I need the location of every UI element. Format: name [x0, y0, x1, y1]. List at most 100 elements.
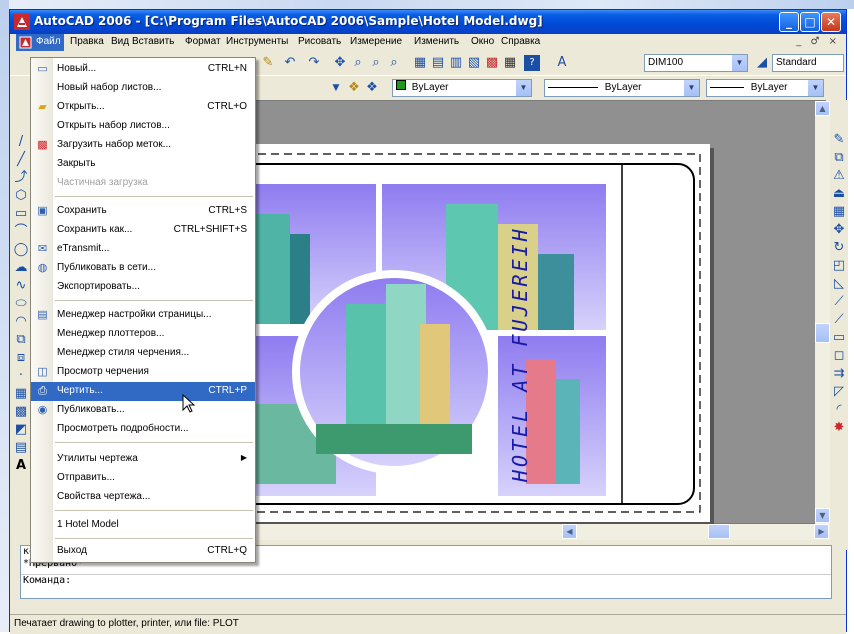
menu-modify[interactable]: Изменить: [414, 36, 459, 47]
menu-item-new-sheet-set[interactable]: Новый набор листов...: [31, 79, 255, 98]
menu-item-new[interactable]: ▭ Новый... CTRL+N: [31, 60, 255, 79]
polygon-icon[interactable]: ⬡: [13, 188, 29, 204]
explode-icon[interactable]: ✸: [831, 420, 847, 436]
circle-icon[interactable]: ◯: [13, 242, 29, 258]
menu-item-recent-file[interactable]: 1 Hotel Model: [31, 516, 255, 535]
menu-item-publish[interactable]: ◉ Публиковать...: [31, 401, 255, 420]
menu-item-plot[interactable]: ⎙ Чертить... CTRL+P: [31, 382, 255, 401]
menu-item-page-setup[interactable]: ▤ Менеджер настройки страницы...: [31, 306, 255, 325]
menu-item-export[interactable]: Экспортировать...: [31, 278, 255, 297]
scroll-up-button[interactable]: ▲: [815, 101, 830, 116]
line-icon[interactable]: /: [13, 134, 29, 150]
multiline-text-icon[interactable]: A: [13, 458, 29, 474]
sheet-set-icon[interactable]: ▧: [466, 55, 482, 71]
menu-item-plotter-manager[interactable]: Менеджер плоттеров...: [31, 325, 255, 344]
spline-icon[interactable]: ∿: [13, 278, 29, 294]
chamfer-icon[interactable]: ◸: [831, 384, 847, 400]
zoom-window-icon[interactable]: ⌕: [368, 55, 384, 71]
ellipse-arc-icon[interactable]: ◠: [13, 314, 29, 330]
menu-item-plot-preview[interactable]: ◫ Просмотр черчения: [31, 363, 255, 382]
arc-icon[interactable]: ⌒: [13, 224, 29, 240]
vertical-scroll-thumb[interactable]: [815, 323, 830, 343]
close-button[interactable]: ✕: [821, 12, 841, 32]
menu-window[interactable]: Окно: [471, 36, 494, 47]
help-icon[interactable]: ?: [524, 55, 540, 71]
zoom-previous-icon[interactable]: ⌕: [386, 55, 402, 71]
pan-icon[interactable]: ✥: [332, 55, 348, 71]
gradient-icon[interactable]: ▩: [13, 404, 29, 420]
lineweight-combo[interactable]: ByLayer ▼: [706, 79, 824, 97]
offset-icon[interactable]: ⏏: [831, 186, 847, 202]
color-combo[interactable]: ByLayer ▼: [392, 79, 532, 97]
move-icon[interactable]: ✥: [831, 222, 847, 238]
text-style-icon[interactable]: A: [554, 55, 570, 71]
layer-previous-icon[interactable]: ❖: [364, 80, 380, 96]
trim-icon[interactable]: ⟋: [831, 294, 847, 310]
scroll-right-button[interactable]: ▶: [814, 524, 829, 539]
properties-icon[interactable]: ▦: [412, 55, 428, 71]
hatch-icon[interactable]: ▦: [13, 386, 29, 402]
calculator-icon[interactable]: ▦: [502, 55, 518, 71]
revision-cloud-icon[interactable]: ☁: [13, 260, 29, 276]
make-block-icon[interactable]: ⧈: [13, 350, 29, 366]
menu-dimension[interactable]: Измерение: [350, 36, 402, 47]
scale-icon[interactable]: ◰: [831, 258, 847, 274]
menu-item-etransmit[interactable]: ✉ eTransmit...: [31, 240, 255, 259]
menu-item-save-as[interactable]: Сохранить как... CTRL+SHIFT+S: [31, 221, 255, 240]
horizontal-scroll-thumb[interactable]: [708, 524, 730, 539]
menu-item-open[interactable]: ▰ Открыть... CTRL+O: [31, 98, 255, 117]
vertical-scrollbar[interactable]: ▲ ▼: [815, 101, 831, 524]
linetype-combo[interactable]: ByLayer ▼: [544, 79, 700, 97]
menu-draw[interactable]: Рисовать: [298, 36, 341, 47]
break-at-point-icon[interactable]: ▭: [831, 330, 847, 346]
scroll-left-button[interactable]: ◀: [562, 524, 577, 539]
redo-icon[interactable]: ↷: [306, 55, 322, 71]
fillet-icon[interactable]: ◜: [831, 402, 847, 418]
scroll-down-button[interactable]: ▼: [815, 508, 830, 523]
menu-item-plot-style-manager[interactable]: Менеджер стиля черчения...: [31, 344, 255, 363]
command-prompt[interactable]: Команда:: [21, 574, 831, 587]
polyline-icon[interactable]: ⤴: [13, 170, 29, 186]
rectangle-icon[interactable]: ▭: [13, 206, 29, 222]
menu-tools[interactable]: Инструменты: [226, 36, 288, 47]
textstyle-combo[interactable]: Standard: [772, 54, 844, 72]
zoom-realtime-icon[interactable]: ⌕: [350, 55, 366, 71]
menu-item-save[interactable]: ▣ Сохранить CTRL+S: [31, 202, 255, 221]
document-window-controls[interactable]: _ ♂ ×: [796, 36, 840, 47]
menu-item-load-markup[interactable]: ▩ Загрузить набор меток...: [31, 136, 255, 155]
menu-file[interactable]: Файл: [16, 34, 64, 51]
menu-item-publish-web[interactable]: ◍ Публиковать в сети...: [31, 259, 255, 278]
ellipse-icon[interactable]: ⬭: [13, 296, 29, 312]
join-icon[interactable]: ⇉: [831, 366, 847, 382]
point-icon[interactable]: ·: [13, 368, 29, 384]
table-icon[interactable]: ▤: [13, 440, 29, 456]
menu-item-view-details[interactable]: Просмотреть подробности...: [31, 420, 255, 439]
menu-help[interactable]: Справка: [501, 36, 540, 47]
pencil-icon[interactable]: ✎: [260, 55, 276, 71]
stretch-icon[interactable]: ◺: [831, 276, 847, 292]
extend-icon[interactable]: ⟋: [831, 312, 847, 328]
dimension-style-icon[interactable]: ◢: [754, 55, 770, 71]
menu-item-exit[interactable]: Выход CTRL+Q: [31, 542, 255, 561]
layer-icon[interactable]: ❖: [346, 80, 362, 96]
mirror-icon[interactable]: ⚠: [831, 168, 847, 184]
maximize-button[interactable]: □: [800, 12, 820, 32]
minimize-button[interactable]: _: [779, 12, 799, 32]
design-center-icon[interactable]: ▤: [430, 55, 446, 71]
menu-format[interactable]: Формат: [185, 36, 221, 47]
title-bar[interactable]: AutoCAD 2006 - [C:\Program Files\AutoCAD…: [10, 10, 846, 34]
menu-item-open-sheet-set[interactable]: Открыть набор листов...: [31, 117, 255, 136]
break-icon[interactable]: ◻: [831, 348, 847, 364]
menu-insert[interactable]: Вставить: [132, 36, 174, 47]
menu-edit[interactable]: Правка: [70, 36, 104, 47]
tool-palettes-icon[interactable]: ▥: [448, 55, 464, 71]
array-icon[interactable]: ▦: [831, 204, 847, 220]
construction-line-icon[interactable]: ╱: [13, 152, 29, 168]
erase-icon[interactable]: ✎: [831, 132, 847, 148]
insert-block-icon[interactable]: ⧉: [13, 332, 29, 348]
rotate-icon[interactable]: ↻: [831, 240, 847, 256]
menu-item-send[interactable]: Отправить...: [31, 469, 255, 488]
menu-view[interactable]: Вид: [111, 36, 129, 47]
copy-icon[interactable]: ⧉: [831, 150, 847, 166]
menu-item-drawing-properties[interactable]: Свойства чертежа...: [31, 488, 255, 507]
